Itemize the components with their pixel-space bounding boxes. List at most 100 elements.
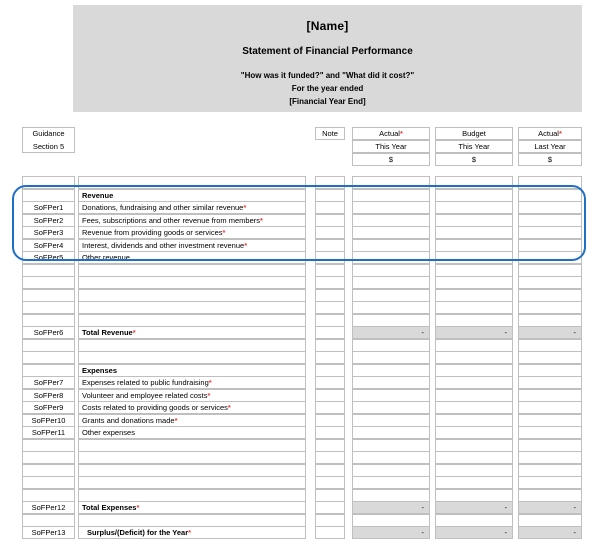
amount-cell-budget-this-year[interactable]: [435, 201, 513, 214]
amount-cell-actual-this-year[interactable]: [352, 213, 430, 227]
amount-cell-budget-this-year[interactable]: [435, 263, 513, 277]
row-note-cell[interactable]: [315, 226, 345, 239]
amount-cell-budget-this-year[interactable]: [435, 388, 513, 402]
amount-cell-actual-this-year[interactable]: [352, 263, 430, 277]
amount-cell-actual-this-year[interactable]: [352, 488, 430, 502]
amount-cell-budget-this-year[interactable]: [435, 276, 513, 289]
amount-cell-budget-this-year[interactable]: [435, 351, 513, 364]
row-note-cell[interactable]: [315, 338, 345, 352]
row-note-cell[interactable]: [315, 451, 345, 464]
amount-cell-budget-this-year[interactable]: [435, 476, 513, 489]
amount-cell-actual-last-year[interactable]: [518, 263, 582, 277]
amount-cell-budget-this-year[interactable]: [435, 363, 513, 377]
amount-cell-actual-this-year[interactable]: [352, 238, 430, 252]
amount-cell-actual-last-year[interactable]: [518, 401, 582, 414]
row-note-cell[interactable]: [315, 251, 345, 264]
amount-cell-actual-this-year[interactable]: [352, 226, 430, 239]
amount-cell-budget-this-year[interactable]: [435, 426, 513, 439]
amount-cell-actual-last-year[interactable]: [518, 213, 582, 227]
amount-cell-actual-this-year[interactable]: [352, 176, 430, 189]
amount-cell-actual-this-year[interactable]: [352, 376, 430, 389]
row-note-cell[interactable]: [315, 313, 345, 327]
amount-cell-actual-last-year[interactable]: [518, 413, 582, 427]
amount-cell-budget-this-year[interactable]: [435, 226, 513, 239]
row-note-cell[interactable]: [315, 376, 345, 389]
amount-cell-actual-last-year[interactable]: [518, 288, 582, 302]
amount-cell-actual-last-year[interactable]: [518, 301, 582, 314]
row-note-cell[interactable]: [315, 363, 345, 377]
amount-cell-actual-this-year[interactable]: [352, 188, 430, 202]
row-note-cell[interactable]: [315, 426, 345, 439]
amount-cell-actual-this-year[interactable]: [352, 301, 430, 314]
amount-cell-budget-this-year[interactable]: [435, 488, 513, 502]
amount-cell-actual-last-year[interactable]: [518, 276, 582, 289]
amount-cell-actual-last-year[interactable]: [518, 388, 582, 402]
amount-cell-actual-last-year[interactable]: [518, 363, 582, 377]
row-note-cell[interactable]: [315, 413, 345, 427]
row-note-cell[interactable]: [315, 326, 345, 339]
amount-cell-budget-this-year[interactable]: [435, 451, 513, 464]
row-note-cell[interactable]: [315, 513, 345, 527]
amount-cell-actual-this-year[interactable]: [352, 251, 430, 264]
amount-cell-actual-last-year[interactable]: [518, 513, 582, 527]
row-note-cell[interactable]: [315, 188, 345, 202]
amount-cell-budget-this-year[interactable]: [435, 413, 513, 427]
amount-cell-actual-last-year[interactable]: [518, 226, 582, 239]
amount-cell-actual-last-year[interactable]: [518, 426, 582, 439]
amount-cell-actual-last-year[interactable]: [518, 201, 582, 214]
amount-cell-actual-this-year[interactable]: [352, 363, 430, 377]
row-note-cell[interactable]: [315, 351, 345, 364]
amount-cell-actual-this-year[interactable]: [352, 451, 430, 464]
amount-cell-actual-last-year[interactable]: [518, 313, 582, 327]
amount-cell-budget-this-year[interactable]: [435, 238, 513, 252]
amount-cell-actual-this-year[interactable]: [352, 388, 430, 402]
amount-cell-actual-this-year[interactable]: [352, 438, 430, 452]
amount-cell-budget-this-year[interactable]: [435, 288, 513, 302]
amount-cell-actual-this-year[interactable]: [352, 276, 430, 289]
row-note-cell[interactable]: [315, 263, 345, 277]
amount-cell-actual-last-year[interactable]: [518, 238, 582, 252]
amount-cell-actual-this-year[interactable]: [352, 201, 430, 214]
row-note-cell[interactable]: [315, 401, 345, 414]
amount-cell-actual-this-year[interactable]: [352, 463, 430, 477]
amount-cell-actual-last-year[interactable]: [518, 488, 582, 502]
amount-cell-budget-this-year[interactable]: [435, 176, 513, 189]
amount-cell-budget-this-year[interactable]: [435, 313, 513, 327]
amount-cell-actual-this-year[interactable]: [352, 513, 430, 527]
row-note-cell[interactable]: [315, 176, 345, 189]
row-note-cell[interactable]: [315, 288, 345, 302]
amount-cell-budget-this-year[interactable]: [435, 251, 513, 264]
amount-cell-actual-last-year[interactable]: [518, 188, 582, 202]
row-note-cell[interactable]: [315, 501, 345, 514]
amount-cell-actual-this-year[interactable]: [352, 338, 430, 352]
amount-cell-budget-this-year[interactable]: [435, 213, 513, 227]
amount-cell-budget-this-year[interactable]: [435, 438, 513, 452]
row-note-cell[interactable]: [315, 276, 345, 289]
row-note-cell[interactable]: [315, 388, 345, 402]
amount-cell-actual-this-year[interactable]: [352, 401, 430, 414]
amount-cell-actual-last-year[interactable]: [518, 451, 582, 464]
amount-cell-actual-this-year[interactable]: [352, 413, 430, 427]
row-note-cell[interactable]: [315, 438, 345, 452]
amount-cell-budget-this-year[interactable]: [435, 401, 513, 414]
amount-cell-actual-last-year[interactable]: [518, 376, 582, 389]
amount-cell-actual-this-year[interactable]: [352, 313, 430, 327]
amount-cell-budget-this-year[interactable]: [435, 513, 513, 527]
amount-cell-actual-last-year[interactable]: [518, 338, 582, 352]
amount-cell-actual-last-year[interactable]: [518, 176, 582, 189]
row-note-cell[interactable]: [315, 488, 345, 502]
amount-cell-budget-this-year[interactable]: [435, 188, 513, 202]
amount-cell-actual-last-year[interactable]: [518, 463, 582, 477]
amount-cell-budget-this-year[interactable]: [435, 463, 513, 477]
amount-cell-actual-last-year[interactable]: [518, 251, 582, 264]
row-note-cell[interactable]: [315, 301, 345, 314]
row-note-cell[interactable]: [315, 213, 345, 227]
row-note-cell[interactable]: [315, 201, 345, 214]
amount-cell-actual-last-year[interactable]: [518, 351, 582, 364]
amount-cell-actual-this-year[interactable]: [352, 426, 430, 439]
amount-cell-budget-this-year[interactable]: [435, 338, 513, 352]
row-note-cell[interactable]: [315, 463, 345, 477]
row-note-cell[interactable]: [315, 476, 345, 489]
amount-cell-actual-this-year[interactable]: [352, 476, 430, 489]
amount-cell-actual-this-year[interactable]: [352, 288, 430, 302]
